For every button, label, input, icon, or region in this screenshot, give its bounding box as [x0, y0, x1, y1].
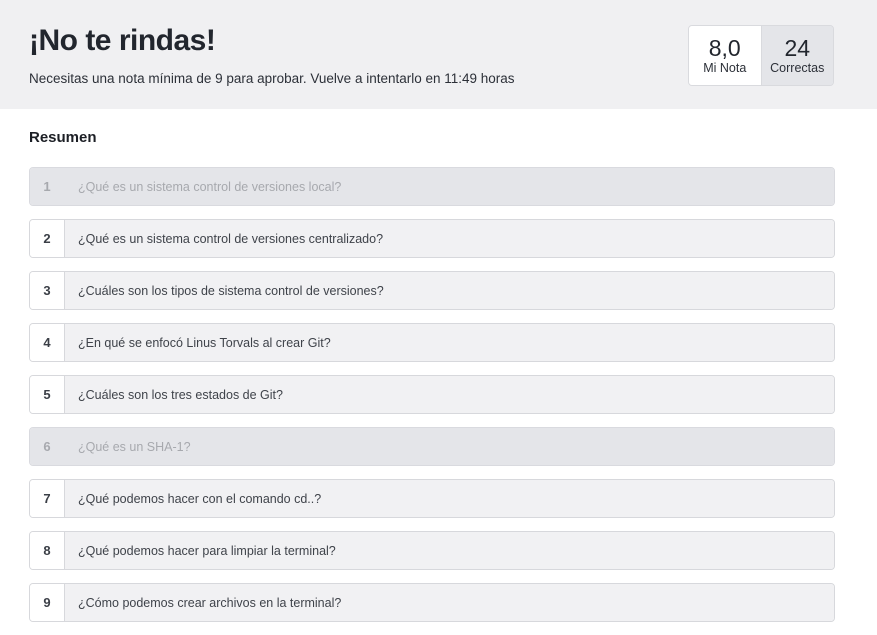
- question-number: 2: [30, 220, 65, 257]
- result-header: ¡No te rindas! Necesitas una nota mínima…: [0, 0, 877, 109]
- question-number: 6: [30, 428, 65, 465]
- question-item-2[interactable]: 2 ¿Qué es un sistema control de versione…: [29, 219, 835, 258]
- question-text: ¿Qué podemos hacer con el comando cd..?: [65, 480, 834, 517]
- question-item-7[interactable]: 7 ¿Qué podemos hacer con el comando cd..…: [29, 479, 835, 518]
- question-item-4[interactable]: 4 ¿En qué se enfocó Linus Torvals al cre…: [29, 323, 835, 362]
- question-number: 1: [30, 168, 65, 205]
- result-message: Necesitas una nota mínima de 9 para apro…: [29, 71, 515, 86]
- question-number: 8: [30, 532, 65, 569]
- correct-label: Correctas: [770, 61, 825, 75]
- question-number: 4: [30, 324, 65, 361]
- question-text: ¿En qué se enfocó Linus Torvals al crear…: [65, 324, 834, 361]
- question-item-5[interactable]: 5 ¿Cuáles son los tres estados de Git?: [29, 375, 835, 414]
- question-text: ¿Cuáles son los tipos de sistema control…: [65, 272, 834, 309]
- grade-label: Mi Nota: [703, 61, 747, 75]
- score-box: 8,0 Mi Nota 24 Correctas: [688, 25, 834, 86]
- question-text: ¿Qué es un sistema control de versiones …: [65, 168, 834, 205]
- correct-count: 24: [784, 35, 811, 61]
- summary-title: Resumen: [29, 129, 97, 146]
- question-number: 3: [30, 272, 65, 309]
- page-title: ¡No te rindas!: [29, 24, 216, 57]
- question-number: 9: [30, 584, 65, 621]
- question-text: ¿Qué es un sistema control de versiones …: [65, 220, 834, 257]
- question-item-3[interactable]: 3 ¿Cuáles son los tipos de sistema contr…: [29, 271, 835, 310]
- question-text: ¿Cómo podemos crear archivos en la termi…: [65, 584, 834, 621]
- question-item-1[interactable]: 1 ¿Qué es un sistema control de versione…: [29, 167, 835, 206]
- question-text: ¿Qué es un SHA-1?: [65, 428, 834, 465]
- question-list: 1 ¿Qué es un sistema control de versione…: [29, 167, 835, 635]
- question-item-8[interactable]: 8 ¿Qué podemos hacer para limpiar la ter…: [29, 531, 835, 570]
- question-item-9[interactable]: 9 ¿Cómo podemos crear archivos en la ter…: [29, 583, 835, 622]
- grade-value: 8,0: [708, 35, 741, 61]
- correct-stat: 24 Correctas: [761, 26, 833, 85]
- question-number: 5: [30, 376, 65, 413]
- question-item-6[interactable]: 6 ¿Qué es un SHA-1?: [29, 427, 835, 466]
- question-number: 7: [30, 480, 65, 517]
- question-text: ¿Qué podemos hacer para limpiar la termi…: [65, 532, 834, 569]
- question-text: ¿Cuáles son los tres estados de Git?: [65, 376, 834, 413]
- grade-stat: 8,0 Mi Nota: [689, 26, 762, 85]
